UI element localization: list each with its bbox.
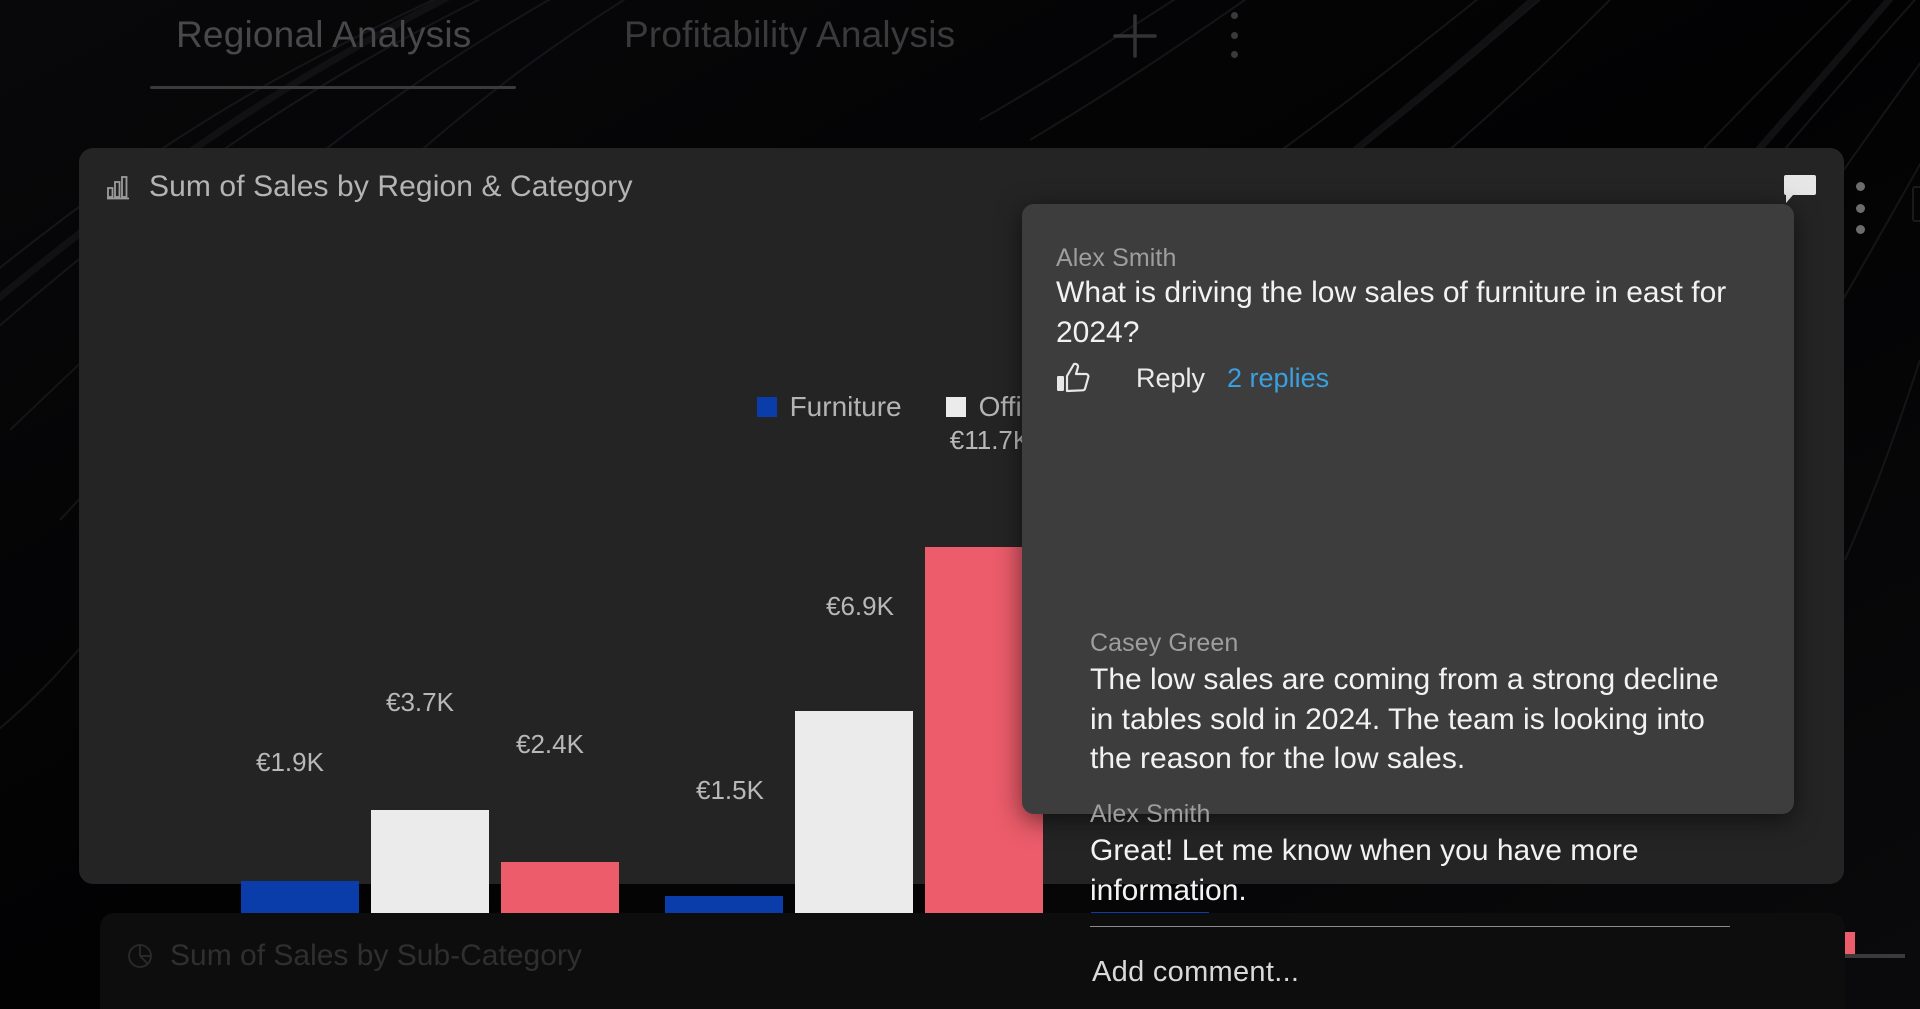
bar-value-label: €3.7K [355, 687, 485, 718]
tab-bar: Regional Analysis Profitability Analysis [0, 0, 1920, 98]
chart-card-menu-button[interactable] [1849, 182, 1871, 234]
offscreen-panel-edge [1912, 186, 1920, 222]
chart-card-sub-category[interactable]: Sum of Sales by Sub-Category [100, 913, 1845, 1009]
bar-chart-icon [105, 172, 135, 202]
replies-count-link[interactable]: 2 replies [1227, 363, 1329, 394]
comment-reply: Alex Smith Great! Let me know when you h… [1090, 800, 1730, 910]
comment-author: Alex Smith [1090, 800, 1730, 829]
reply-button[interactable]: Reply [1136, 363, 1205, 394]
kebab-dot [1856, 182, 1865, 191]
thumbs-up-icon[interactable] [1056, 362, 1090, 394]
comment-text: Great! Let me know when you have more in… [1090, 831, 1730, 910]
comment-divider [1090, 926, 1730, 927]
pie-chart-icon [126, 941, 156, 971]
comment-author: Casey Green [1090, 629, 1730, 658]
kebab-dot [1231, 12, 1238, 19]
tab-regional-analysis[interactable]: Regional Analysis [176, 14, 471, 70]
tab-bar-menu-button[interactable] [1222, 12, 1246, 58]
legend-item-furniture[interactable]: Furniture [757, 391, 902, 423]
bar-value-label: €6.9K [795, 591, 925, 622]
comment-thread-root: Alex Smith What is driving the low sales… [1056, 244, 1756, 394]
comment-text: What is driving the low sales of furnitu… [1056, 273, 1756, 352]
kebab-dot [1231, 32, 1238, 39]
comment-panel: Alex Smith What is driving the low sales… [1022, 204, 1794, 814]
kebab-dot [1231, 51, 1238, 58]
kebab-dot [1856, 225, 1865, 234]
add-comment-input[interactable]: Add comment... [1092, 956, 1299, 989]
comment-reply: Casey Green The low sales are coming fro… [1090, 629, 1730, 779]
legend-swatch-office-supplies [946, 397, 966, 417]
legend-swatch-furniture [757, 397, 777, 417]
chart-card-sub-category-header: Sum of Sales by Sub-Category [126, 939, 582, 973]
legend-label-furniture: Furniture [790, 391, 902, 423]
comment-author: Alex Smith [1056, 244, 1756, 273]
comment-bubble-icon[interactable] [1782, 174, 1818, 206]
bar-value-label: €2.4K [485, 729, 615, 760]
dashboard-screen: Regional Analysis Profitability Analysis [0, 0, 1920, 1009]
bar-value-label: €1.5K [665, 775, 795, 806]
page-title: Sum of Sales by Region & Category [149, 170, 633, 204]
comment-text: The low sales are coming from a strong d… [1090, 660, 1730, 779]
tab-profitability-analysis[interactable]: Profitability Analysis [624, 14, 955, 70]
comment-actions: Reply 2 replies [1056, 362, 1756, 394]
bar-value-label: €1.9K [225, 747, 355, 778]
chart-card-sub-category-title: Sum of Sales by Sub-Category [170, 939, 582, 973]
chart-card-header: Sum of Sales by Region & Category [105, 170, 633, 204]
kebab-dot [1856, 204, 1865, 213]
add-tab-button[interactable] [1107, 8, 1163, 64]
tab-active-underline [150, 86, 516, 89]
